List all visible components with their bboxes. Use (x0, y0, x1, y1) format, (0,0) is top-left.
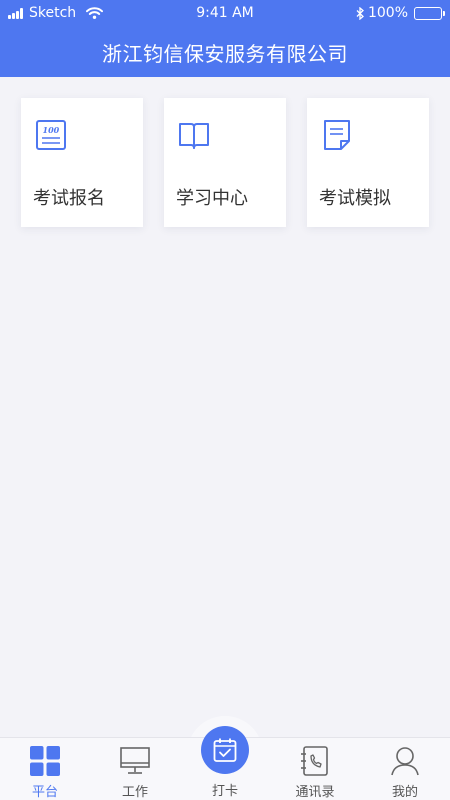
platform-cards: 100 考试报名 学习中心 考试模拟 (21, 98, 429, 227)
open-book-icon (179, 123, 209, 149)
checkin-calendar-icon (213, 738, 237, 762)
app-header: Sketch 9:41 AM 100% 浙江钧信保安服务有限公司 (0, 0, 450, 77)
exam-register-icon: 100 (36, 120, 66, 150)
battery-icon (414, 6, 445, 20)
checkin-button[interactable] (201, 726, 249, 774)
card-study-center[interactable]: 学习中心 (164, 98, 286, 227)
svg-text:100: 100 (43, 125, 60, 135)
user-icon (391, 747, 419, 776)
card-label: 考试报名 (33, 188, 105, 209)
tab-label: 通讯录 (295, 785, 335, 800)
status-bar: Sketch 9:41 AM 100% (0, 0, 450, 28)
tab-contacts[interactable]: 通讯录 (270, 738, 360, 800)
page-title: 浙江钧信保安服务有限公司 (102, 42, 348, 66)
tab-mine[interactable]: 我的 (360, 738, 450, 800)
document-icon (324, 120, 350, 150)
monitor-icon (120, 747, 150, 774)
battery-percent: 100% (367, 5, 408, 21)
bluetooth-icon (356, 6, 364, 20)
tab-checkin-label: 打卡 (211, 784, 238, 799)
card-exam-registration[interactable]: 100 考试报名 (21, 98, 143, 227)
card-label: 考试模拟 (319, 188, 391, 209)
tab-label: 工作 (121, 785, 148, 800)
card-label: 学习中心 (176, 188, 248, 209)
tab-work[interactable]: 工作 (90, 738, 180, 800)
card-mock-exam[interactable]: 考试模拟 (307, 98, 429, 227)
tab-platform[interactable]: 平台 (0, 738, 90, 800)
contacts-phone-icon (301, 746, 328, 776)
status-right: 100% (356, 5, 445, 21)
grid-icon (30, 746, 60, 776)
tab-label: 我的 (391, 785, 418, 800)
tab-label: 平台 (31, 785, 58, 800)
